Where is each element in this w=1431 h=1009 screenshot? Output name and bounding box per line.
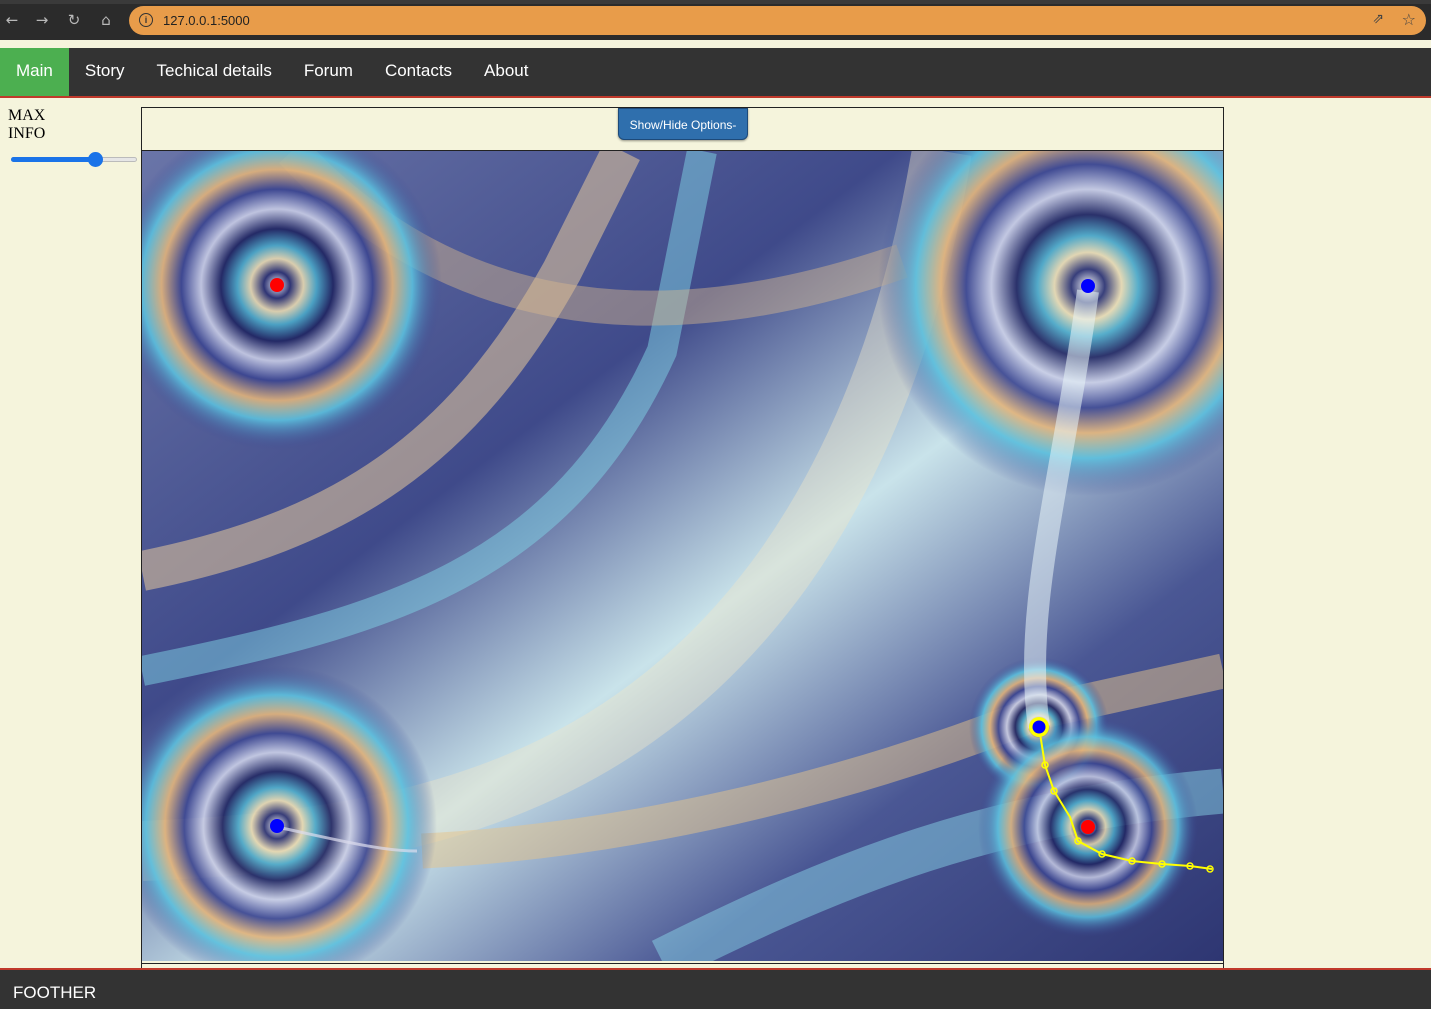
info-icon[interactable]: i (139, 13, 153, 27)
back-icon[interactable]: ← (2, 10, 22, 30)
sidebar: MAX INFO (8, 107, 138, 167)
positive-charge[interactable] (270, 278, 284, 292)
show-hide-options-button[interactable]: Show/Hide Options- (618, 108, 748, 140)
address-bar[interactable]: i 127.0.0.1:5000 ⇗ ☆ (129, 6, 1426, 35)
nav-item-forum[interactable]: Forum (288, 48, 369, 96)
footer-text: FOOTHER (13, 983, 97, 1002)
slider-fill (11, 157, 95, 162)
share-icon[interactable]: ⇗ (1372, 11, 1384, 27)
home-icon[interactable]: ⌂ (96, 10, 116, 30)
top-navbar: Main Story Techical details Forum Contac… (0, 48, 1431, 98)
nav-item-about[interactable]: About (468, 48, 544, 96)
max-info-label-line2: INFO (8, 125, 46, 142)
slider-thumb[interactable] (88, 152, 103, 167)
bookmark-star-icon[interactable]: ☆ (1402, 10, 1416, 29)
nav-item-contacts[interactable]: Contacts (369, 48, 468, 96)
reload-icon[interactable]: ↻ (64, 10, 84, 30)
nav-item-story[interactable]: Story (69, 48, 141, 96)
browser-tab-strip (0, 0, 1431, 4)
nav-item-technical-details[interactable]: Techical details (141, 48, 288, 96)
max-info-slider[interactable] (11, 151, 137, 167)
browser-toolbar: ← → ↻ ⌂ i 127.0.0.1:5000 ⇗ ☆ (0, 0, 1431, 40)
selected-negative-charge[interactable] (1032, 720, 1046, 734)
field-canvas[interactable] (142, 150, 1223, 964)
negative-charge[interactable] (270, 819, 284, 833)
footer: FOOTHER (0, 968, 1431, 1009)
max-info-label-line1: MAX (8, 107, 46, 124)
url-text: 127.0.0.1:5000 (163, 13, 250, 28)
nav-item-main[interactable]: Main (0, 48, 69, 96)
negative-charge[interactable] (1081, 279, 1095, 293)
field-visualization[interactable] (142, 151, 1223, 963)
positive-charge[interactable] (1081, 820, 1095, 834)
forward-icon[interactable]: → (32, 10, 52, 30)
simulation-frame: Show/Hide Options- (141, 107, 1224, 969)
